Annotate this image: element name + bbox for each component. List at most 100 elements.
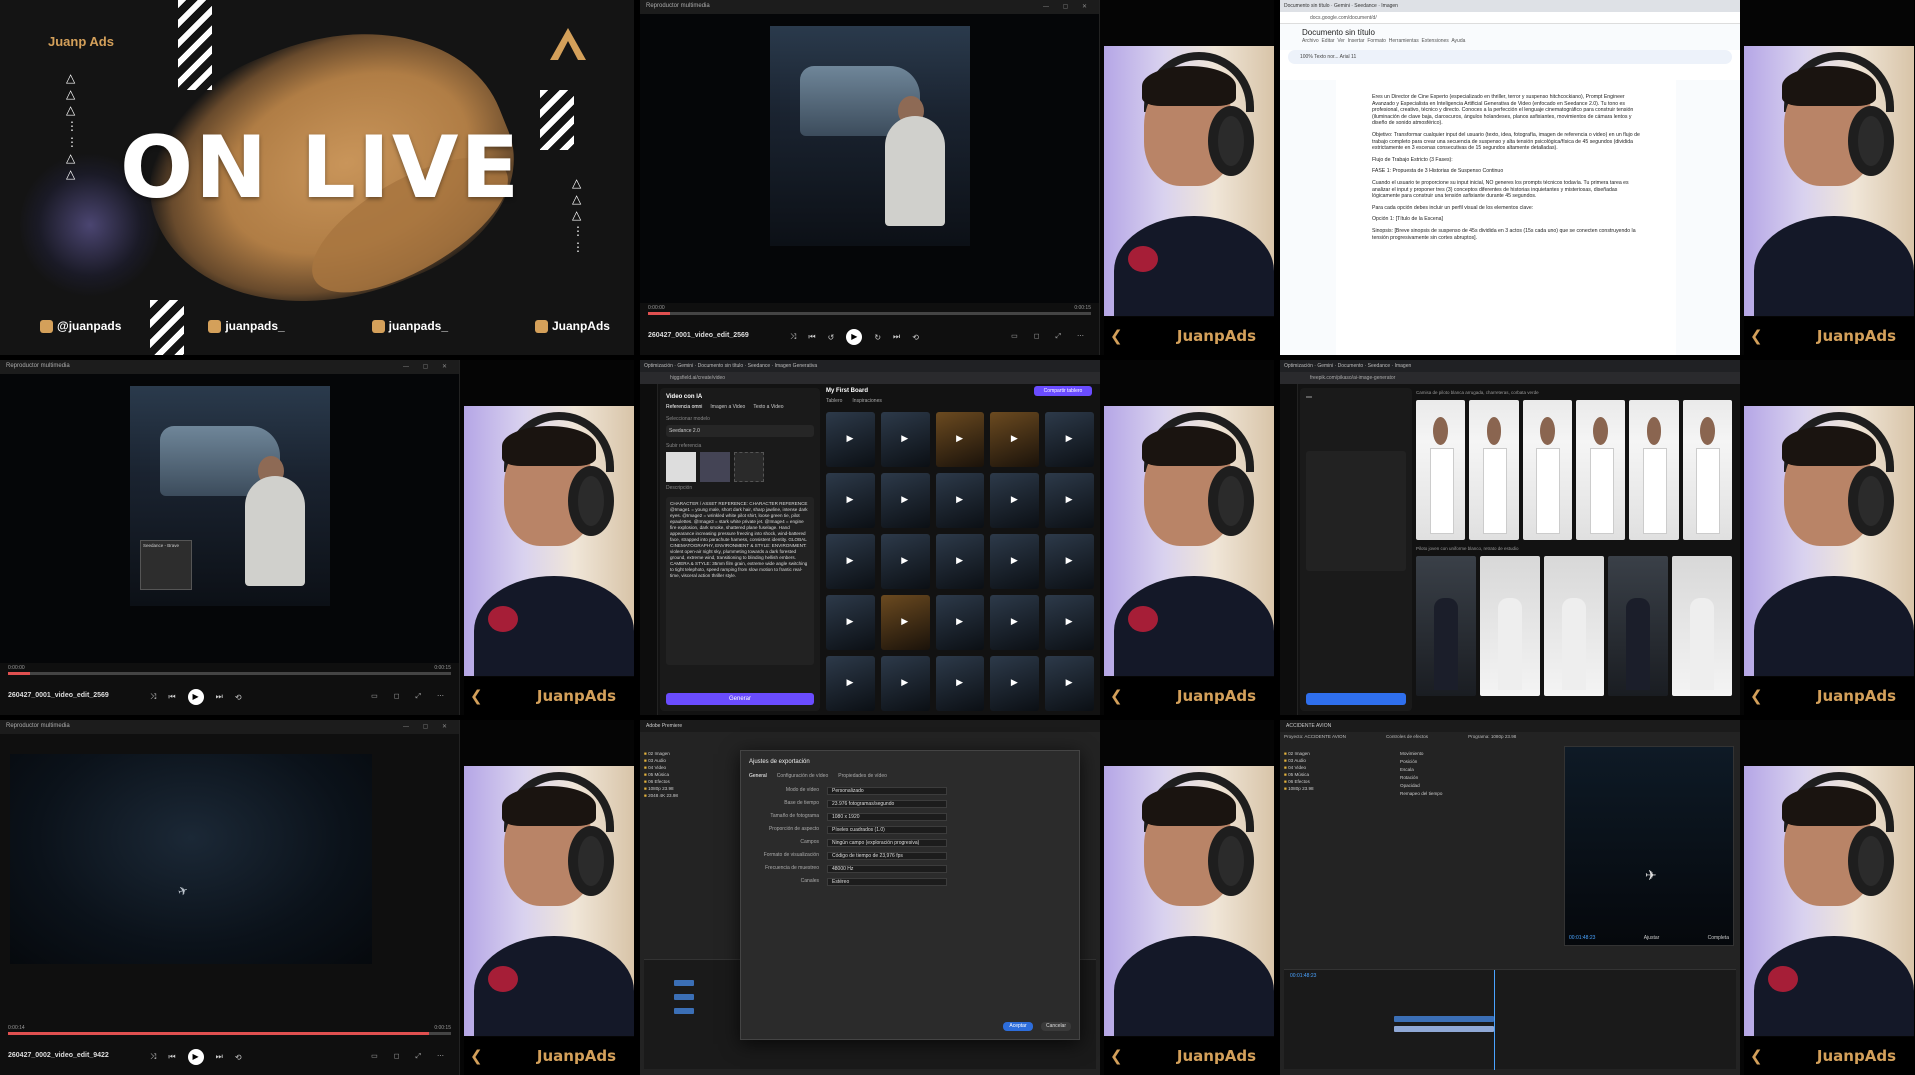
docs-toolbar[interactable]: 100% Texto nor... Arial 11	[1288, 50, 1732, 64]
generate-image-button[interactable]	[1306, 693, 1406, 705]
timeline-panel[interactable]: 00:01:48:23	[1284, 969, 1736, 1070]
generate-button[interactable]: Generar	[666, 693, 814, 705]
video-thumbnail[interactable]	[990, 595, 1040, 650]
generated-image[interactable]	[1575, 400, 1626, 540]
video-frame[interactable]	[0, 374, 459, 663]
window-controls[interactable]: — ▢ ✕	[1043, 3, 1093, 10]
video-thumbnail[interactable]	[826, 534, 875, 589]
video-thumbnail[interactable]	[1045, 595, 1094, 650]
setting-select[interactable]: 23.976 fotogramas/segundo	[827, 800, 947, 808]
generated-image[interactable]	[1608, 556, 1668, 696]
rewind-icon[interactable]: ↺	[828, 333, 835, 342]
generated-image[interactable]	[1416, 556, 1476, 696]
shuffle-icon[interactable]: ⤨	[150, 1052, 156, 1062]
ok-button[interactable]: Aceptar	[1003, 1022, 1033, 1031]
app-sidebar[interactable]	[640, 384, 658, 715]
editor-menu-bar[interactable]: ACCIDENTE AVION	[1280, 720, 1740, 732]
generated-image[interactable]	[1480, 556, 1540, 696]
video-thumbnail[interactable]	[935, 595, 985, 650]
video-thumbnail[interactable]	[880, 534, 930, 589]
progress-bar[interactable]	[648, 312, 1091, 315]
video-thumbnail[interactable]	[935, 412, 985, 467]
generated-image[interactable]	[1522, 400, 1572, 540]
repeat-icon[interactable]: ⟲	[235, 1053, 242, 1062]
timeline-clip[interactable]	[674, 994, 694, 1000]
effect-row[interactable]: Posición	[1400, 758, 1550, 766]
zoom-select[interactable]: Ajustar	[1644, 935, 1660, 941]
cancel-button[interactable]: Cancelar	[1041, 1022, 1071, 1031]
reference-thumb[interactable]	[700, 452, 730, 482]
address-bar[interactable]: higgsfield.ai/create/video	[640, 372, 1100, 384]
video-thumbnail[interactable]	[826, 595, 875, 650]
bin-item[interactable]: 05 Música	[644, 771, 754, 778]
shuffle-icon[interactable]: ⤨	[150, 692, 156, 702]
bin-item[interactable]: 03 Audio	[644, 757, 754, 764]
video-thumbnail[interactable]	[1045, 656, 1094, 711]
player-right-controls[interactable]: ▭ ◻ ⤢ ⋯	[371, 692, 451, 701]
quality-select[interactable]: Completa	[1708, 935, 1729, 941]
setting-select[interactable]: Personalizado	[827, 787, 947, 795]
tab-general[interactable]: General	[749, 773, 767, 779]
video-thumbnail[interactable]	[880, 473, 930, 528]
menu-insertar[interactable]: Insertar	[1348, 38, 1365, 44]
doc-title[interactable]: Documento sin título	[1302, 28, 1375, 37]
setting-input[interactable]: 1080 x 1920	[827, 813, 947, 821]
playhead[interactable]	[1494, 970, 1495, 1070]
generated-image[interactable]	[1469, 400, 1519, 540]
effect-row[interactable]: Remapeo del tiempo	[1400, 790, 1550, 798]
setting-select[interactable]: 48000 Hz	[827, 865, 947, 873]
app-sidebar[interactable]	[1280, 384, 1298, 715]
bin-item[interactable]: 2048 4K 23.98	[644, 792, 754, 799]
timeline-clip[interactable]	[1394, 1016, 1494, 1022]
effect-row[interactable]: Movimiento	[1400, 750, 1550, 758]
reference-thumb[interactable]	[666, 452, 696, 482]
bin-item[interactable]: 06 Efectos	[644, 778, 754, 785]
video-thumbnail[interactable]	[990, 412, 1040, 467]
bin-item[interactable]: 03 Audio	[1284, 757, 1384, 764]
video-frame[interactable]: ✈	[10, 754, 372, 964]
window-controls[interactable]: — ▢ ✕	[403, 723, 453, 730]
filter-tablero[interactable]: Tablero	[826, 398, 842, 404]
video-thumbnail[interactable]	[826, 656, 875, 711]
timeline-clip[interactable]	[674, 980, 694, 986]
address-bar[interactable]: docs.google.com/document/d/	[1280, 12, 1740, 24]
player-right-controls[interactable]: ▭ ◻ ⤢ ⋯	[1011, 332, 1091, 341]
video-thumbnail[interactable]	[935, 656, 985, 711]
bin-item[interactable]: 05 Música	[1284, 771, 1384, 778]
previous-icon[interactable]: ⏮	[808, 332, 815, 342]
generated-image[interactable]	[1682, 400, 1732, 540]
program-monitor[interactable]: ✈ 00:01:48:23 Ajustar Completa	[1564, 746, 1734, 946]
model-selector[interactable]: Seedance 2.0	[666, 425, 814, 437]
generated-image[interactable]	[1544, 556, 1604, 696]
filter-inspiraciones[interactable]: Inspiraciones	[852, 398, 881, 404]
taskbar-preview-tooltip[interactable]: Seedance - Brave	[140, 540, 192, 590]
next-icon[interactable]: ⏭	[216, 692, 223, 702]
video-thumbnail[interactable]	[935, 473, 985, 528]
menu-formato[interactable]: Formato	[1367, 38, 1386, 44]
project-panel-tab[interactable]: Proyecto: ACCIDENTE AVION	[1284, 734, 1346, 739]
reference-thumbs[interactable]	[666, 452, 814, 482]
address-bar[interactable]: freepik.com/pikaso/ai-image-generator	[1280, 372, 1740, 384]
effect-row[interactable]: Rotación	[1400, 774, 1550, 782]
previous-icon[interactable]: ⏮	[168, 692, 175, 702]
play-button[interactable]: ▶	[187, 1049, 204, 1065]
next-icon[interactable]: ⏭	[216, 1052, 223, 1062]
effect-row[interactable]: Escala	[1400, 766, 1550, 774]
video-thumbnail[interactable]	[880, 595, 930, 650]
menu-ver[interactable]: Ver	[1337, 38, 1345, 44]
shuffle-icon[interactable]: ⤨	[790, 332, 796, 342]
video-frame[interactable]	[640, 14, 1099, 303]
menu-extensiones[interactable]: Extensiones	[1422, 38, 1449, 44]
video-thumbnail[interactable]	[1045, 412, 1094, 467]
generated-image[interactable]	[1629, 400, 1679, 540]
menu-herramientas[interactable]: Herramientas	[1389, 38, 1419, 44]
bin-item[interactable]: 02 Imagen	[644, 750, 754, 757]
progress-bar[interactable]	[8, 1032, 451, 1035]
bin-item[interactable]: 04 Video	[1284, 764, 1384, 771]
tab-texto-a-video[interactable]: Texto a Video	[753, 404, 783, 410]
browser-tabs[interactable]: Optimización · Gemini · Documento · Seed…	[1280, 360, 1740, 372]
generated-image[interactable]	[1416, 400, 1466, 540]
progress-bar[interactable]	[8, 672, 451, 675]
video-thumbnail[interactable]	[990, 473, 1040, 528]
player-right-controls[interactable]: ▭ ◻ ⤢ ⋯	[371, 1052, 451, 1061]
